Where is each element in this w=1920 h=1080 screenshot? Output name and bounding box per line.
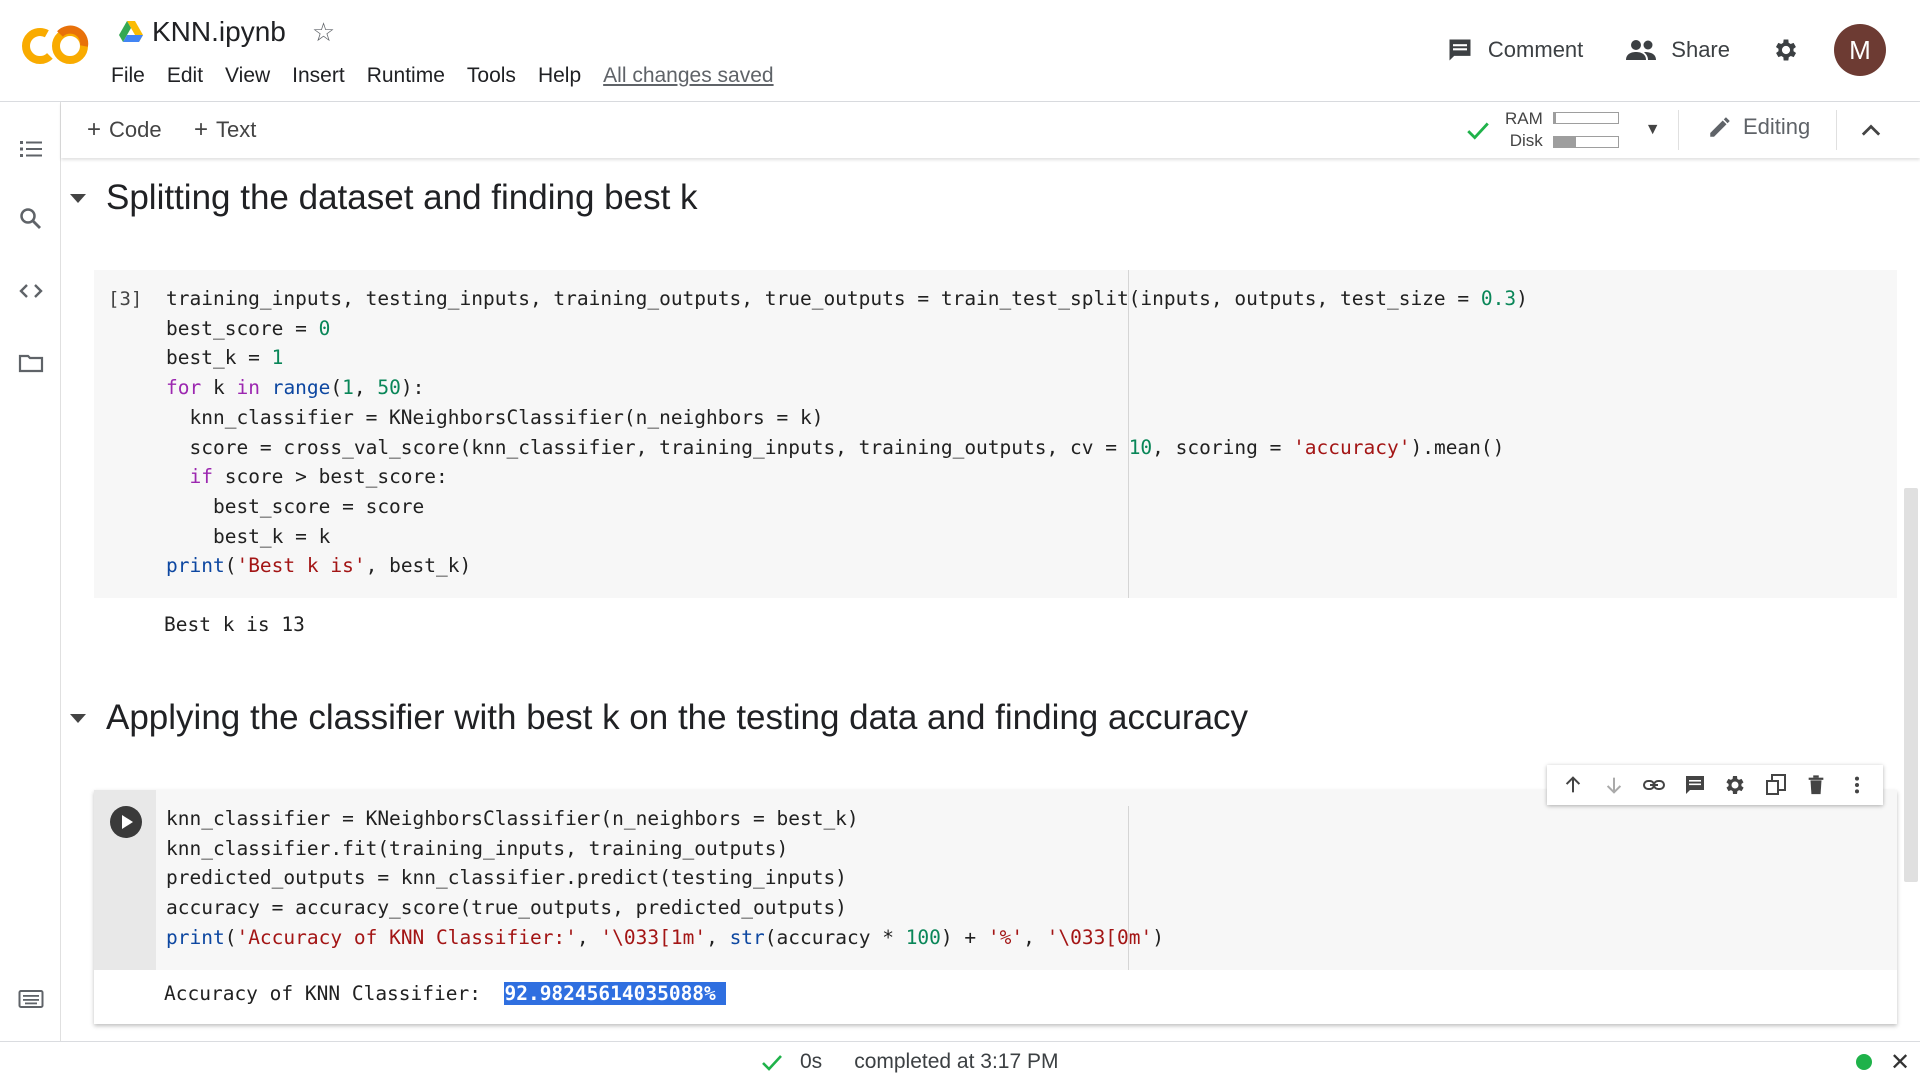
code-line: best_k = k xyxy=(166,524,331,548)
plus-icon: + xyxy=(194,116,209,143)
cell-actions-toolbar xyxy=(1547,765,1883,805)
code-cell[interactable]: knn_classifier = KNeighborsClassifier(n_… xyxy=(94,790,1897,1024)
chevron-down-icon[interactable]: ▼ xyxy=(1645,121,1661,139)
execution-duration: 0s xyxy=(800,1050,823,1073)
editing-mode-button[interactable]: Editing xyxy=(1707,114,1810,140)
notebook-toolbar: + Code + Text RAM Disk ▼ Editing xyxy=(61,102,1920,158)
menu-runtime[interactable]: Runtime xyxy=(367,64,445,88)
code-line: best_score = score xyxy=(166,494,425,518)
toolbar-divider xyxy=(1678,110,1679,150)
code-line: best_score = 0 xyxy=(166,316,331,340)
link-icon[interactable] xyxy=(1641,772,1667,798)
ram-usage-bar xyxy=(1552,112,1619,124)
comment-icon xyxy=(1449,39,1471,61)
mirror-cell-icon[interactable] xyxy=(1763,772,1789,798)
menu-tools[interactable]: Tools xyxy=(467,64,516,88)
plus-icon: + xyxy=(87,116,102,143)
section-heading: Splitting the dataset and finding best k xyxy=(70,178,698,218)
collapse-section-toggle[interactable] xyxy=(70,193,86,203)
table-of-contents-icon[interactable] xyxy=(18,136,44,162)
left-sidebar xyxy=(0,102,61,1042)
gear-icon[interactable] xyxy=(1722,772,1748,798)
success-check-icon xyxy=(762,1055,782,1071)
code-line: knn_classifier = KNeighborsClassifier(n_… xyxy=(166,807,859,830)
code-line: print('Best k is', best_k) xyxy=(166,554,472,578)
cell-output: Accuracy of KNN Classifier: 92.982456140… xyxy=(164,982,726,1005)
arrow-down-icon[interactable] xyxy=(1601,772,1627,798)
pencil-icon xyxy=(1710,117,1730,137)
app-header: KNN.ipynb ☆ File Edit View Insert Runtim… xyxy=(0,0,1920,102)
editing-label: Editing xyxy=(1743,114,1811,139)
execution-count: [3] xyxy=(108,288,143,310)
code-cell[interactable]: [3] training_inputs, testing_inputs, tra… xyxy=(94,270,1897,650)
code-line: for k in range(1, 50): xyxy=(166,376,425,400)
add-text-label: Text xyxy=(216,117,257,142)
notebook-scrollbar[interactable] xyxy=(1904,488,1918,882)
output-accuracy-value: 92.98245614035088% xyxy=(504,982,726,1005)
account-avatar[interactable]: M xyxy=(1834,24,1886,76)
arrow-up-icon[interactable] xyxy=(1560,772,1586,798)
toolbar-divider xyxy=(1836,110,1837,150)
files-folder-icon[interactable] xyxy=(18,350,44,376)
code-line: print('Accuracy of KNN Classifier:', '\0… xyxy=(166,925,1165,949)
completion-status: completed at 3:17 PM xyxy=(854,1050,1059,1073)
star-icon[interactable]: ☆ xyxy=(312,19,335,45)
menu-bar: File Edit View Insert Runtime Tools Help… xyxy=(111,64,774,88)
output-label: Accuracy of KNN Classifier: xyxy=(164,982,481,1005)
menu-help[interactable]: Help xyxy=(538,64,581,88)
comment-icon[interactable] xyxy=(1682,772,1708,798)
code-line: score = cross_val_score(knn_classifier, … xyxy=(166,435,1505,459)
code-line: knn_classifier = KNeighborsClassifier(n_… xyxy=(166,405,824,429)
status-bar: 0s completed at 3:17 PM ✕ xyxy=(0,1041,1920,1080)
disk-usage-bar xyxy=(1552,136,1619,148)
cell-output: Best k is 13 xyxy=(164,613,305,636)
people-icon xyxy=(1626,40,1657,60)
connection-status-dot xyxy=(1856,1054,1872,1070)
notebook-title[interactable]: KNN.ipynb xyxy=(152,16,286,48)
code-line: accuracy = accuracy_score(true_outputs, … xyxy=(166,896,847,920)
colab-logo[interactable] xyxy=(20,24,90,68)
code-line: knn_classifier.fit(training_inputs, trai… xyxy=(166,836,789,860)
ram-label: RAM xyxy=(1505,109,1543,128)
google-drive-icon xyxy=(119,21,143,42)
add-text-button[interactable]: + Text xyxy=(194,116,256,144)
menu-edit[interactable]: Edit xyxy=(167,64,203,88)
section-title: Splitting the dataset and finding best k xyxy=(106,178,698,217)
delete-icon[interactable] xyxy=(1803,772,1829,798)
comment-button[interactable]: Comment xyxy=(1446,36,1583,64)
code-line: training_inputs, testing_inputs, trainin… xyxy=(166,287,1528,310)
section-heading: Applying the classifier with best k on t… xyxy=(70,698,1248,738)
code-snippets-icon[interactable] xyxy=(18,278,44,304)
menu-insert[interactable]: Insert xyxy=(292,64,345,88)
menu-view[interactable]: View xyxy=(225,64,270,88)
terminal-keyboard-icon[interactable] xyxy=(18,986,44,1012)
share-label: Share xyxy=(1671,37,1730,62)
save-status-link[interactable]: All changes saved xyxy=(603,64,773,88)
code-text[interactable]: training_inputs, testing_inputs, trainin… xyxy=(166,284,1528,581)
section-title: Applying the classifier with best k on t… xyxy=(106,698,1249,737)
comment-label: Comment xyxy=(1487,37,1584,62)
run-gutter xyxy=(94,790,156,970)
search-icon[interactable] xyxy=(18,206,44,232)
code-text[interactable]: knn_classifier = KNeighborsClassifier(n_… xyxy=(166,804,1164,953)
code-line: predicted_outputs = knn_classifier.predi… xyxy=(166,866,847,890)
disk-label: Disk xyxy=(1509,131,1543,150)
share-button[interactable]: Share xyxy=(1625,37,1730,63)
run-cell-button[interactable] xyxy=(110,806,142,838)
code-line: best_k = 1 xyxy=(166,346,284,370)
add-code-button[interactable]: + Code xyxy=(87,116,162,144)
resources-indicator[interactable]: RAM Disk ▼ xyxy=(1465,108,1661,152)
menu-file[interactable]: File xyxy=(111,64,145,88)
close-icon[interactable]: ✕ xyxy=(1890,1048,1910,1077)
connected-check-icon xyxy=(1467,122,1489,140)
settings-gear-icon[interactable] xyxy=(1772,36,1800,64)
add-code-label: Code xyxy=(109,117,162,142)
chevron-up-icon[interactable] xyxy=(1857,116,1885,144)
collapse-section-toggle[interactable] xyxy=(70,713,86,723)
more-vert-icon[interactable] xyxy=(1844,772,1870,798)
code-line: if score > best_score: xyxy=(189,465,448,489)
